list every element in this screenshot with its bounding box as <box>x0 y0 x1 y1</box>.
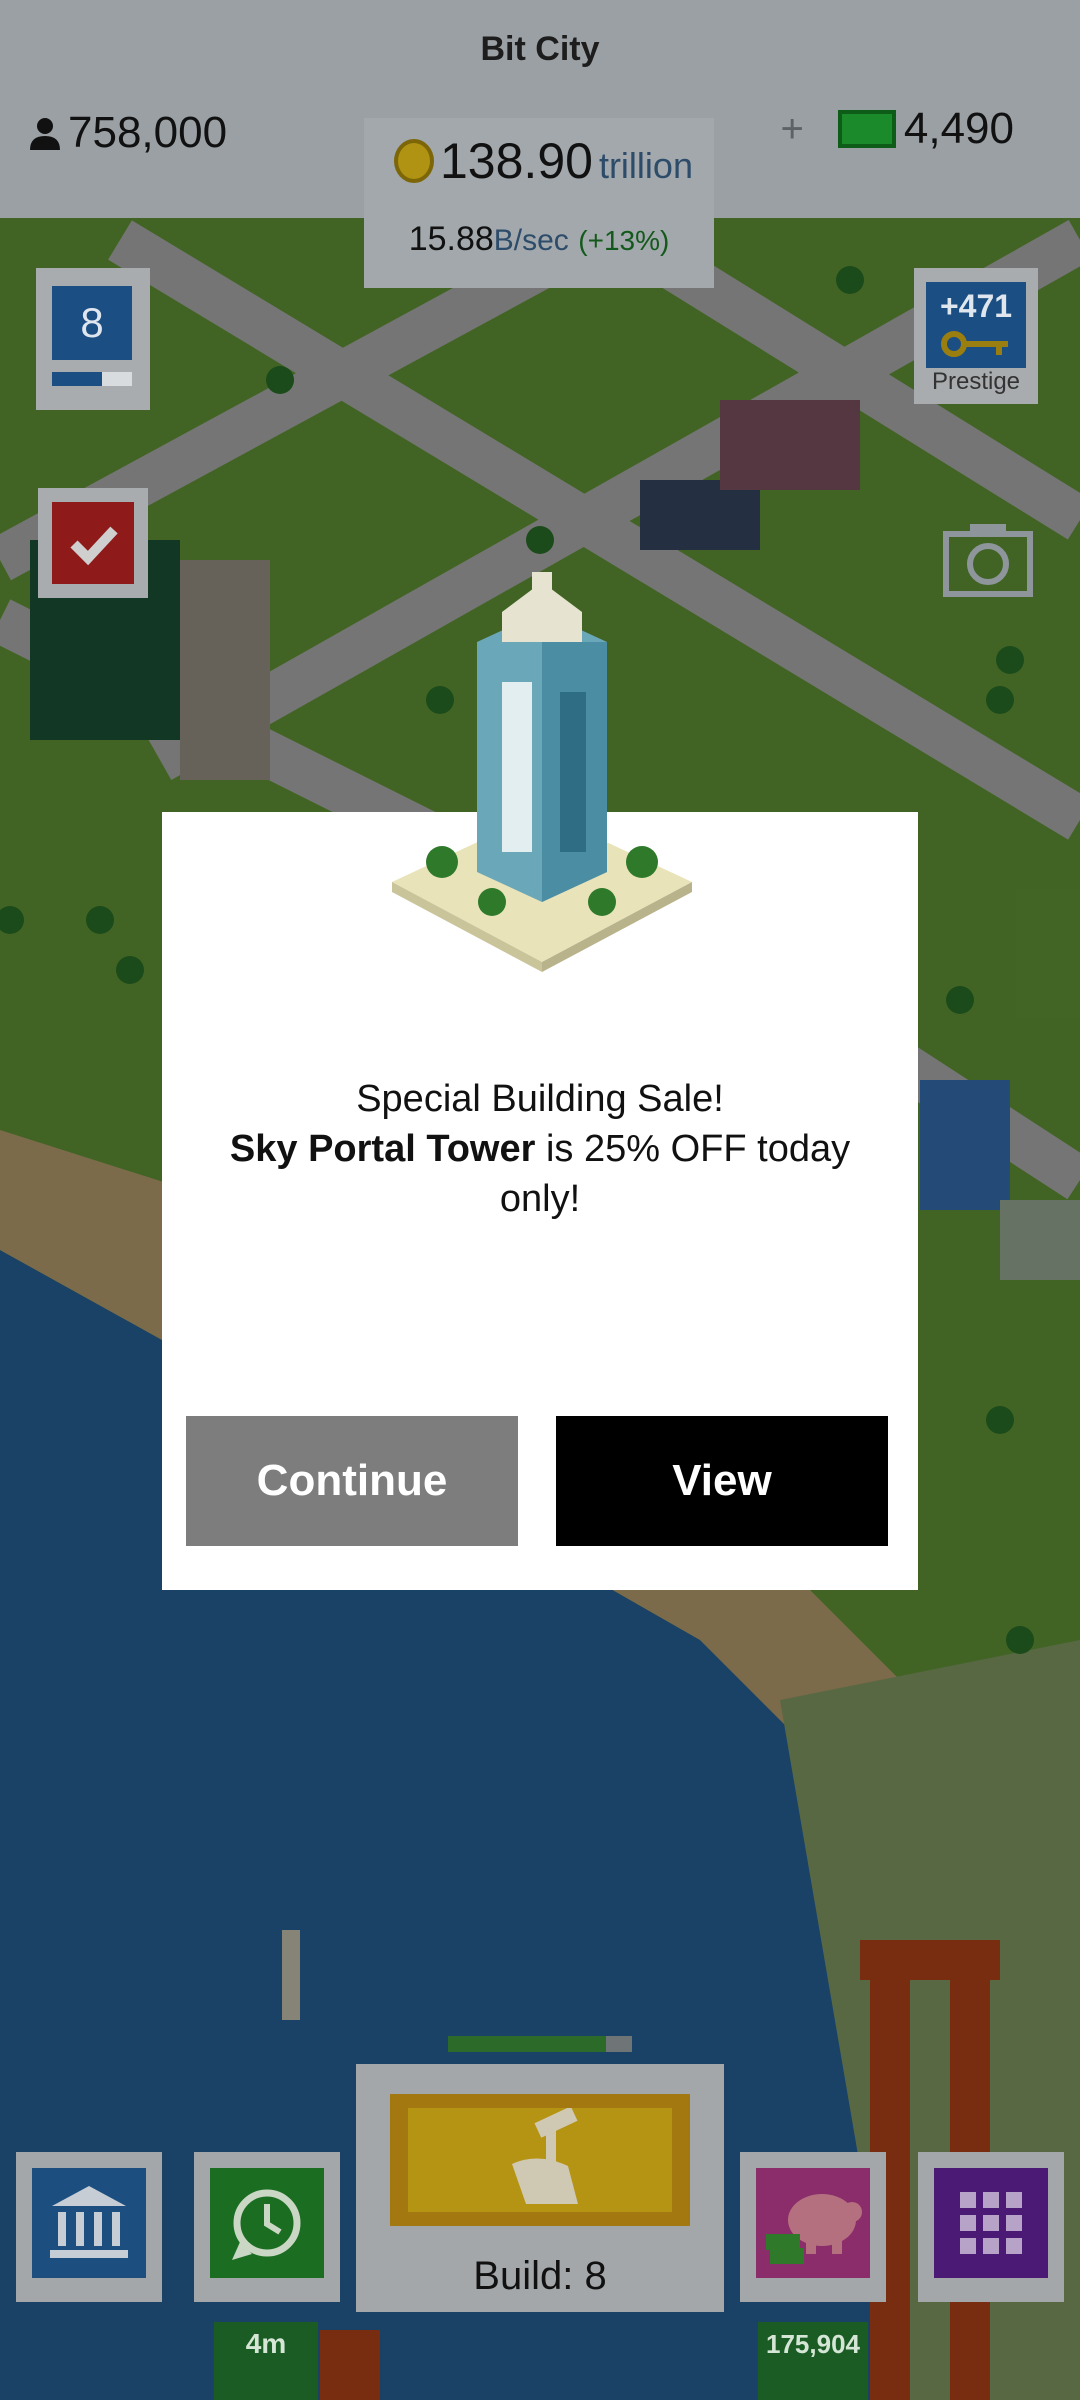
sale-message: Special Building Sale! Sky Portal Tower … <box>222 1074 858 1224</box>
rate-value: 15.88 <box>408 220 494 258</box>
level-value: 8 <box>52 286 132 360</box>
population-value: 758,000 <box>68 108 228 157</box>
coins-display: 138.90 trillion <box>394 132 693 190</box>
clock-icon <box>232 2189 301 2260</box>
time-boost-button[interactable] <box>194 2152 340 2302</box>
build-button[interactable]: Build: 8 <box>356 2064 724 2312</box>
sale-dialog: Special Building Sale! Sky Portal Tower … <box>162 572 918 1590</box>
sale-detail-text: is 25% OFF today only! <box>499 1128 851 1220</box>
continue-button[interactable]: Continue <box>186 1416 518 1546</box>
population-display: 758,000 <box>28 108 227 158</box>
build-label: Build: 8 <box>473 2254 607 2298</box>
cash-display[interactable]: + 4,490 <box>781 104 1014 154</box>
missions-button[interactable] <box>38 488 148 598</box>
rate-bonus: (+13%) <box>578 225 670 256</box>
coins-unit: trillion <box>598 145 693 186</box>
building-name: Sky Portal Tower <box>229 1128 536 1170</box>
prestige-button[interactable]: +471 Prestige <box>914 268 1038 404</box>
sky-portal-tower-image <box>392 572 692 972</box>
cash-icon <box>837 110 896 148</box>
level-badge[interactable]: 8 <box>36 268 150 410</box>
sale-detail: Sky Portal Tower is 25% OFF today only! <box>222 1124 858 1224</box>
level-progress-fill <box>52 372 102 386</box>
coin-icon <box>394 139 434 183</box>
bank-icon <box>50 2186 128 2258</box>
add-cash-button[interactable]: + <box>781 107 804 152</box>
grid-icon <box>960 2192 1022 2254</box>
rate-unit: B/sec <box>493 224 569 257</box>
cash-value: 4,490 <box>903 104 1014 153</box>
prestige-value: +471 <box>939 288 1013 324</box>
coins-value: 138.90 <box>440 133 593 189</box>
sale-headline: Special Building Sale! <box>356 1078 724 1120</box>
prestige-label: Prestige <box>931 368 1021 395</box>
build-button-core <box>408 2106 672 2212</box>
income-rate: 15.88B/sec (+13%) <box>364 220 714 259</box>
menu-grid-button[interactable] <box>918 2152 1064 2302</box>
time-boost-timer: 4m <box>214 2322 318 2400</box>
build-progress-fill <box>448 2036 607 2052</box>
savings-button-face <box>756 2168 870 2278</box>
view-button[interactable]: View <box>556 1416 888 1546</box>
piggy-bank-icon <box>766 2194 862 2264</box>
checkmark-icon <box>70 526 118 566</box>
city-title: Bit City <box>480 30 600 68</box>
level-progress-bar <box>52 372 132 386</box>
time-boost-button-face <box>210 2168 324 2278</box>
missions-button-face <box>52 502 134 584</box>
menu-grid-button-face <box>934 2168 1048 2278</box>
savings-amount: 175,904 <box>758 2322 868 2400</box>
build-progress-bar <box>448 2036 632 2052</box>
build-button-face <box>390 2094 690 2226</box>
hammer-hand-icon <box>512 2106 578 2204</box>
bank-button[interactable] <box>16 2152 162 2302</box>
person-icon <box>30 118 60 150</box>
bank-button-face <box>32 2168 146 2278</box>
camera-icon[interactable] <box>938 508 1038 608</box>
savings-button[interactable] <box>740 2152 886 2302</box>
